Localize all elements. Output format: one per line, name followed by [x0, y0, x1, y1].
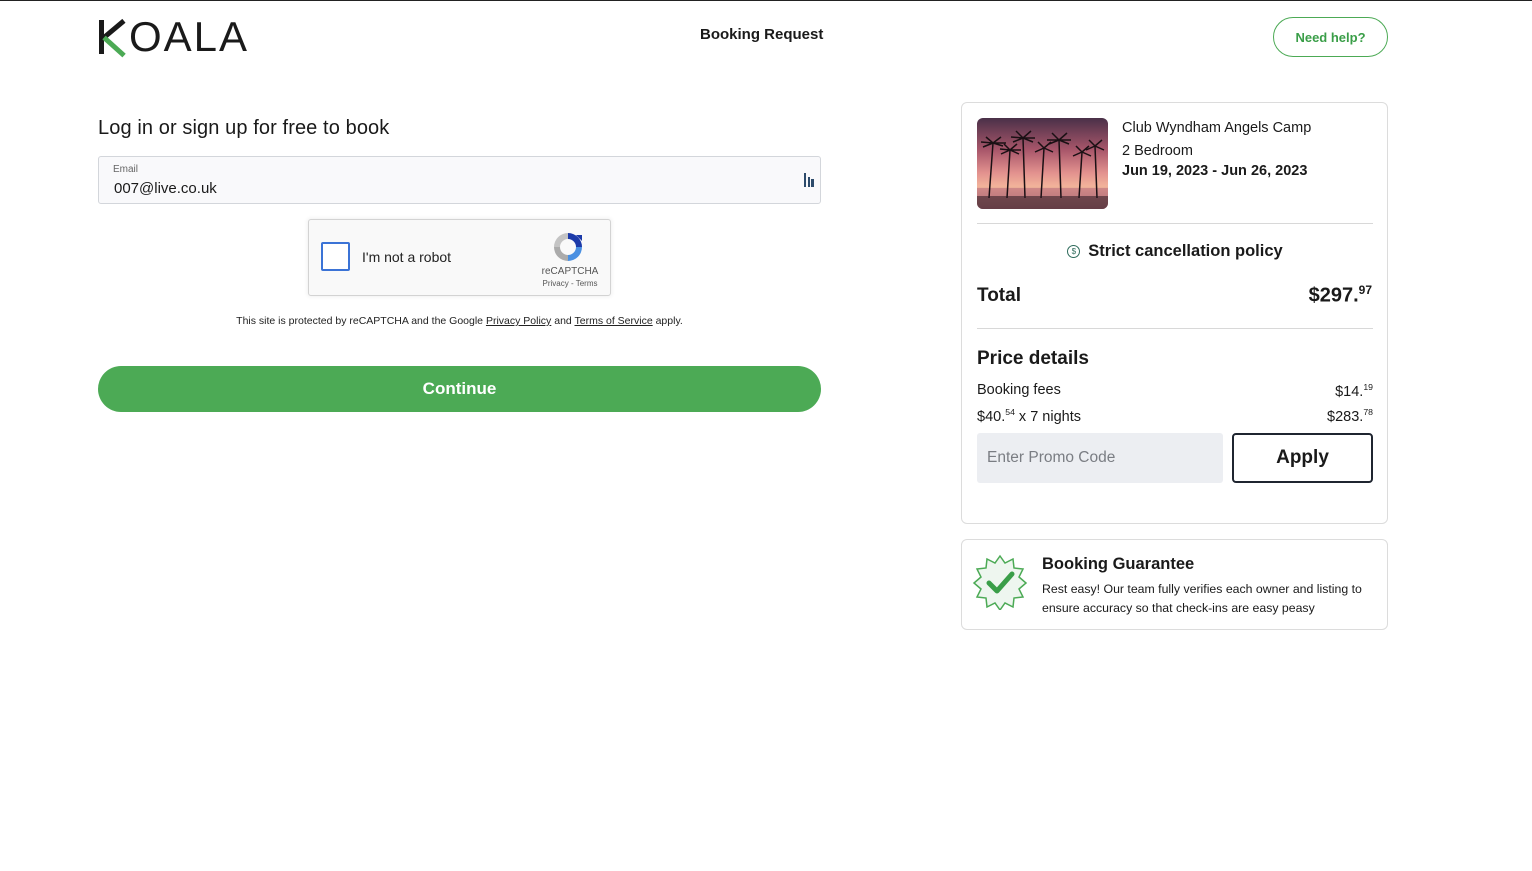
price-row-value: $283.78	[1327, 407, 1373, 425]
price-row-nightly: $40.54 x 7 nights $283.78	[977, 407, 1373, 427]
koala-logo[interactable]: OALA	[99, 13, 250, 60]
logo-k-mark	[99, 18, 127, 58]
price-row-booking-fees: Booking fees $14.19	[977, 382, 1373, 402]
need-help-button[interactable]: Need help?	[1273, 17, 1388, 57]
email-input[interactable]: 007@live.co.uk	[114, 180, 217, 197]
recaptcha-terms-link[interactable]: Terms	[576, 279, 598, 288]
property-name: Club Wyndham Angels Camp	[1122, 120, 1312, 136]
divider	[977, 328, 1373, 329]
property-bedrooms: 2 Bedroom	[1122, 143, 1193, 159]
logo-wordmark: OALA	[129, 13, 250, 60]
recaptcha-checkbox[interactable]	[321, 242, 350, 271]
continue-button[interactable]: Continue	[98, 366, 821, 412]
price-details-heading: Price details	[977, 348, 1089, 369]
login-heading: Log in or sign up for free to book	[98, 117, 390, 139]
page-title: Booking Request	[700, 26, 824, 43]
price-row-label: $40.54 x 7 nights	[977, 407, 1081, 425]
booking-dates: Jun 19, 2023 - Jun 26, 2023	[1122, 163, 1308, 179]
divider	[977, 223, 1373, 224]
info-circle-icon: $	[1067, 245, 1081, 258]
recaptcha-logo-icon	[554, 233, 582, 261]
terms-of-service-link[interactable]: Terms of Service	[574, 315, 652, 327]
booking-guarantee-card: Booking Guarantee Rest easy! Our team fu…	[961, 539, 1388, 630]
email-label: Email	[113, 164, 139, 175]
apply-promo-button[interactable]: Apply	[1232, 433, 1373, 483]
price-row-label: Booking fees	[977, 382, 1061, 398]
booking-summary-card: Club Wyndham Angels Camp 2 Bedroom Jun 1…	[961, 102, 1388, 524]
email-field[interactable]: Email 007@live.co.uk	[98, 156, 821, 204]
verified-badge-icon	[972, 554, 1028, 610]
privacy-policy-link[interactable]: Privacy Policy	[486, 315, 551, 327]
cancellation-policy[interactable]: $ Strict cancellation policy	[977, 242, 1373, 261]
guarantee-text: Rest easy! Our team fully verifies each …	[1042, 582, 1362, 615]
recaptcha-privacy-link[interactable]: Privacy	[543, 279, 569, 288]
password-manager-icon[interactable]	[804, 173, 814, 187]
recaptcha-widget: I'm not a robot reCAPTCHA Privacy - Term…	[308, 219, 611, 296]
recaptcha-links: Privacy - Terms	[542, 279, 598, 288]
recaptcha-notice: This site is protected by reCAPTCHA and …	[236, 315, 683, 327]
total-label: Total	[977, 285, 1021, 306]
cancellation-policy-label: Strict cancellation policy	[1088, 242, 1283, 260]
price-row-value: $14.19	[1335, 382, 1373, 400]
recaptcha-brand: reCAPTCHA	[541, 266, 599, 277]
guarantee-title: Booking Guarantee	[1042, 555, 1195, 573]
promo-code-input[interactable]	[977, 433, 1223, 483]
recaptcha-label: I'm not a robot	[362, 249, 452, 265]
property-thumbnail	[977, 118, 1108, 209]
total-value: $297.97	[1308, 283, 1372, 307]
